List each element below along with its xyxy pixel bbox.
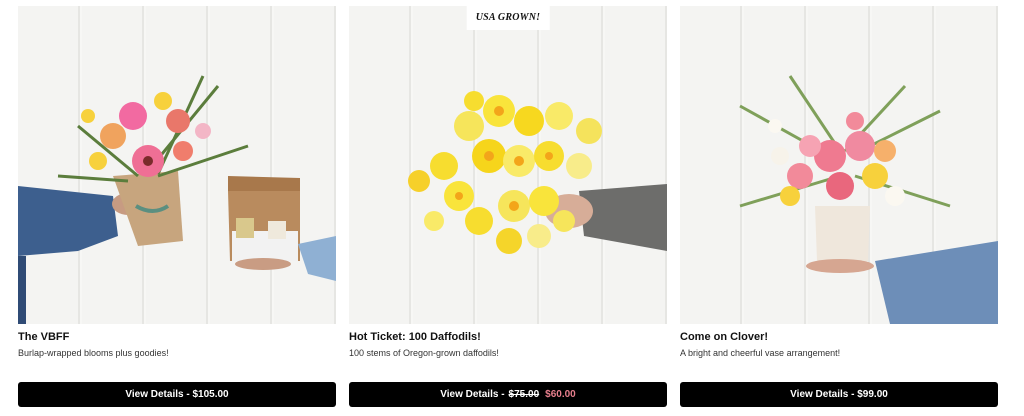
product-card-vbff[interactable]: The VBFF Burlap-wrapped blooms plus good… [18, 6, 336, 410]
product-image-daffodils[interactable]: USA GROWN! [349, 6, 667, 324]
product-description: Burlap-wrapped blooms plus goodies! [18, 348, 169, 358]
product-image-clover[interactable] [680, 6, 998, 324]
daffodil-bundle-image [408, 91, 667, 254]
button-label: View Details - $105.00 [125, 389, 229, 400]
vase-arrangement-image [739, 75, 998, 324]
product-description: 100 stems of Oregon-grown daffodils! [349, 348, 499, 358]
view-details-button-vbff[interactable]: View Details - $105.00 [18, 382, 336, 407]
view-details-button-clover[interactable]: View Details - $99.00 [680, 382, 998, 407]
product-grid: The VBFF Burlap-wrapped blooms plus good… [0, 0, 1024, 416]
product-description: A bright and cheerful vase arrangement! [680, 348, 841, 358]
button-label: View Details - $99.00 [790, 389, 888, 400]
view-details-button-daffodils[interactable]: View Details - $75.00 $60.00 [349, 382, 667, 407]
product-name[interactable]: Come on Clover! [680, 331, 768, 343]
product-card-daffodils[interactable]: USA GROWN! Hot Ticket: 100 Daffodils! 10… [349, 6, 667, 410]
product-image-vbff[interactable] [18, 6, 336, 324]
original-price: $75.00 [508, 389, 540, 400]
product-name[interactable]: The VBFF [18, 331, 69, 343]
button-label: View Details - [440, 389, 505, 400]
product-card-clover[interactable]: Come on Clover! A bright and cheerful va… [680, 6, 998, 410]
sale-price: $60.00 [545, 389, 576, 400]
bouquet-with-gift-box-image [18, 75, 336, 324]
usa-grown-badge: USA GROWN! [466, 6, 550, 30]
product-name[interactable]: Hot Ticket: 100 Daffodils! [349, 331, 481, 343]
